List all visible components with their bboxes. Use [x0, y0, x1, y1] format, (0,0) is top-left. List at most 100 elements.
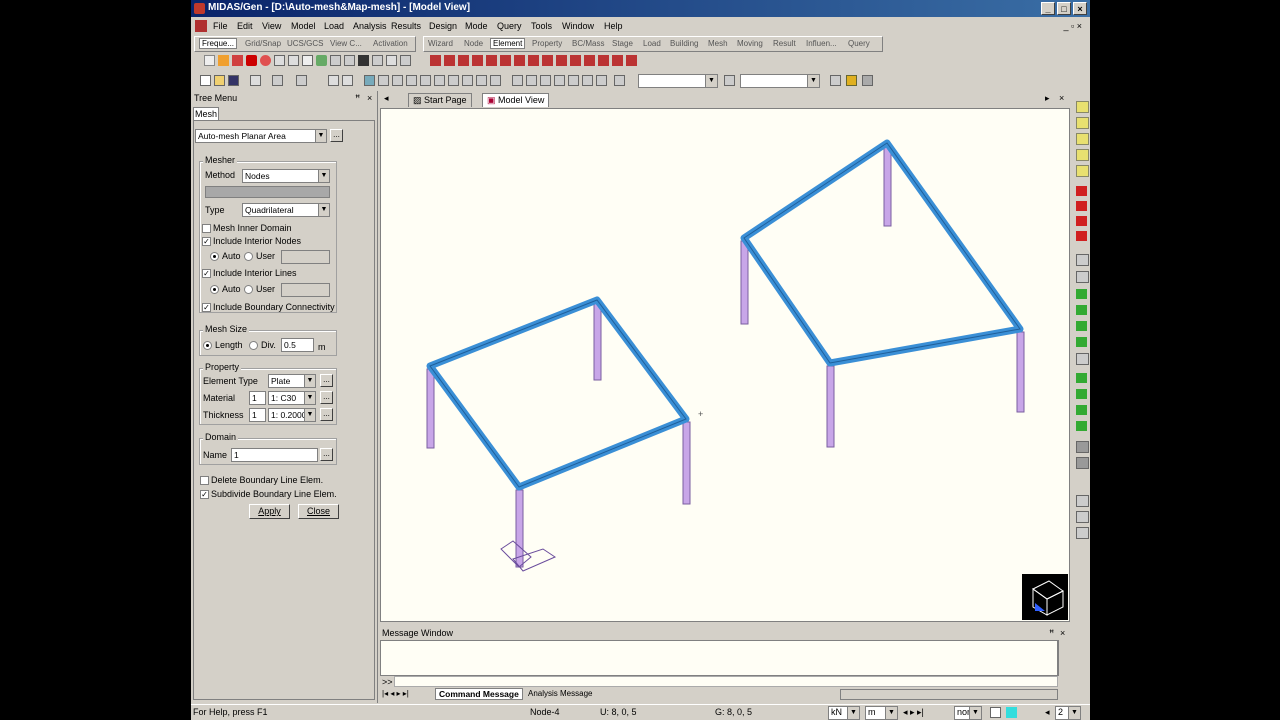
- menu-load[interactable]: Load: [324, 21, 344, 31]
- side-view-icon[interactable]: [406, 75, 417, 86]
- tab-element[interactable]: Element: [490, 38, 526, 49]
- tree-close-icon[interactable]: ×: [367, 93, 372, 103]
- grid-toggle-icon[interactable]: [830, 75, 841, 86]
- renumber-icon[interactable]: [570, 55, 581, 66]
- length-unit-select[interactable]: m ▼: [865, 706, 898, 720]
- element-table-icon[interactable]: [626, 55, 637, 66]
- zoom-previous-icon[interactable]: [1076, 165, 1089, 177]
- map-mesh-icon[interactable]: [598, 55, 609, 66]
- tab-model-view[interactable]: ▣ Model View: [482, 93, 550, 107]
- message-scrollbar[interactable]: [1058, 640, 1071, 676]
- hidden-icon[interactable]: [372, 55, 383, 66]
- force-unit-select[interactable]: kN ▼: [828, 706, 860, 720]
- select-volume-icon[interactable]: [582, 75, 593, 86]
- lines-auto-radio[interactable]: [210, 285, 219, 294]
- translate-element-icon[interactable]: [458, 55, 469, 66]
- unlock-icon[interactable]: [862, 75, 873, 86]
- lines-user-radio[interactable]: [244, 285, 253, 294]
- menu-edit[interactable]: Edit: [237, 21, 253, 31]
- message-pin-icon[interactable]: ꟸ: [1049, 628, 1054, 639]
- view-cube-icon[interactable]: [1022, 574, 1068, 620]
- menu-design[interactable]: Design: [429, 21, 457, 31]
- render-icon[interactable]: [386, 55, 397, 66]
- arrow-up-icon[interactable]: [1076, 216, 1087, 226]
- tab-analysis-message[interactable]: Analysis Message: [528, 689, 592, 698]
- iso-view-icon[interactable]: [364, 75, 375, 86]
- boundary-display-icon[interactable]: [1076, 337, 1087, 347]
- shrink-icon[interactable]: [1076, 271, 1089, 283]
- include-boundary-connectivity-checkbox[interactable]: ✓: [202, 303, 211, 312]
- close-button[interactable]: ×: [1073, 2, 1087, 15]
- pan-move-icon[interactable]: [1076, 511, 1089, 523]
- page-spinner[interactable]: 2 ▼: [1055, 706, 1081, 720]
- tab-command-message[interactable]: Command Message: [435, 688, 523, 700]
- open-folder-icon[interactable]: [214, 75, 225, 86]
- color-icon[interactable]: [1006, 707, 1017, 718]
- cut-icon[interactable]: [250, 75, 261, 86]
- print-preview-icon[interactable]: [328, 75, 339, 86]
- divide-element-icon[interactable]: [500, 55, 511, 66]
- command-more-button[interactable]: ...: [330, 129, 343, 142]
- activate-all-icon[interactable]: [1076, 405, 1087, 415]
- save-icon[interactable]: [228, 75, 239, 86]
- subdivide-boundary-checkbox[interactable]: ✓: [200, 490, 209, 499]
- method-select[interactable]: Nodes ▼: [242, 169, 330, 183]
- node-icon[interactable]: [274, 55, 285, 66]
- element-icon[interactable]: [288, 55, 299, 66]
- zoom-out-icon[interactable]: [1076, 133, 1089, 145]
- division-radio[interactable]: [249, 341, 258, 350]
- status-nav-back-icon[interactable]: ◂: [1045, 707, 1050, 718]
- nodes-user-field[interactable]: [281, 250, 330, 264]
- document-icon[interactable]: [195, 20, 207, 32]
- merge-element-icon[interactable]: [514, 55, 525, 66]
- nodes-auto-radio[interactable]: [210, 252, 219, 261]
- node-number-icon[interactable]: [1076, 289, 1087, 299]
- horizontal-scrollbar[interactable]: [840, 689, 1058, 700]
- tab-node[interactable]: Node: [464, 39, 483, 48]
- menu-view[interactable]: View: [262, 21, 281, 31]
- dynamic-rotate-icon[interactable]: [1076, 527, 1089, 539]
- invert-active-icon[interactable]: [1076, 421, 1087, 431]
- tab-mesh[interactable]: Mesh: [708, 39, 728, 48]
- rotate-left-icon[interactable]: [434, 75, 445, 86]
- menu-help[interactable]: Help: [604, 21, 623, 31]
- print-icon[interactable]: [400, 55, 411, 66]
- pan-icon[interactable]: [344, 55, 355, 66]
- material-id-input[interactable]: 1: [249, 391, 266, 405]
- record-icon[interactable]: [260, 55, 271, 66]
- tab-frequent[interactable]: Freque...: [199, 38, 238, 49]
- query-icon[interactable]: [724, 75, 735, 86]
- tab-view-control[interactable]: View C...: [330, 39, 362, 48]
- select-by-combo[interactable]: ▼: [638, 74, 718, 88]
- tab-query[interactable]: Query: [848, 39, 870, 48]
- display-option-icon[interactable]: [1076, 353, 1089, 365]
- tab-scroll-right-icon[interactable]: ▸: [1045, 93, 1050, 104]
- maximize-button[interactable]: □: [1057, 2, 1071, 15]
- perspective-icon[interactable]: [420, 75, 431, 86]
- tab-mesh-panel[interactable]: Mesh: [193, 107, 219, 121]
- tab-moving[interactable]: Moving: [737, 39, 763, 48]
- delete-element-icon[interactable]: [444, 55, 455, 66]
- front-view-icon[interactable]: [392, 75, 403, 86]
- view-close-icon[interactable]: ×: [1059, 93, 1064, 103]
- new-file-icon[interactable]: [200, 75, 211, 86]
- named-selection-combo[interactable]: ▼: [740, 74, 820, 88]
- element-number-icon[interactable]: [1076, 305, 1087, 315]
- extrude-element-icon[interactable]: [528, 55, 539, 66]
- delete-boundary-checkbox[interactable]: [200, 476, 209, 485]
- menu-tools[interactable]: Tools: [531, 21, 552, 31]
- status-nav-icons[interactable]: ◂ ▸ ▸|: [903, 707, 924, 718]
- undo-icon[interactable]: [272, 75, 283, 86]
- check-element-icon[interactable]: [612, 55, 623, 66]
- tab-bc-mass[interactable]: BC/Mass: [572, 39, 604, 48]
- menu-results[interactable]: Results: [391, 21, 421, 31]
- lock-icon[interactable]: [846, 75, 857, 86]
- line-icon[interactable]: [218, 55, 229, 66]
- magnify-icon[interactable]: [1076, 495, 1089, 507]
- named-view-icon[interactable]: [1076, 457, 1089, 469]
- intersect-element-icon[interactable]: [542, 55, 553, 66]
- tab-start-page[interactable]: ▨ Start Page: [408, 93, 472, 107]
- select-plane-icon[interactable]: [568, 75, 579, 86]
- material-select[interactable]: 1: C30 ▼: [268, 391, 316, 405]
- tab-activation[interactable]: Activation: [373, 39, 408, 48]
